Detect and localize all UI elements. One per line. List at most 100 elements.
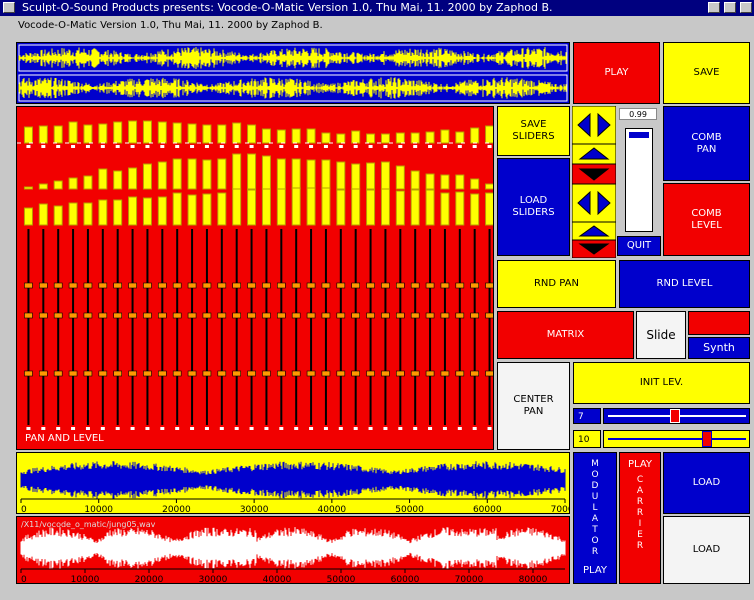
- slider-thumb: [425, 312, 435, 319]
- level-left-right-arrow-icon[interactable]: [572, 184, 616, 222]
- modulator-play-button[interactable]: PLAY: [583, 565, 607, 577]
- modulator-panel[interactable]: MODULATOR PLAY: [573, 452, 617, 584]
- app-subtitle: Vocode-O-Matic Version 1.0, Thu Mai, 11.…: [18, 20, 323, 31]
- pan-marker: [190, 145, 195, 148]
- slider-thumb: [396, 370, 405, 377]
- pan-marker: [472, 145, 477, 148]
- slider-end-marker: [26, 427, 31, 430]
- maximize-icon[interactable]: [724, 2, 736, 13]
- rnd-pan-button[interactable]: RND PAN: [497, 260, 616, 308]
- slider-2-track[interactable]: [603, 430, 750, 448]
- slider-track: [399, 229, 402, 425]
- slider-thumb: [291, 370, 301, 377]
- x-tick-label: 60000: [473, 505, 502, 513]
- band-bar: [23, 207, 33, 226]
- close-icon[interactable]: [740, 2, 752, 13]
- load-sliders-button[interactable]: LOAD SLIDERS: [497, 158, 570, 256]
- slider-end-marker: [56, 427, 61, 430]
- pan-bar: [366, 133, 376, 144]
- matrix-button[interactable]: MATRIX: [497, 311, 634, 359]
- slider-track: [72, 229, 75, 425]
- pan-marker: [115, 145, 120, 148]
- synth-indicator[interactable]: [688, 311, 750, 335]
- center-pan-button[interactable]: CENTER PAN: [497, 362, 570, 450]
- x-tick-label: 20000: [135, 575, 164, 583]
- slider-thumb: [321, 312, 331, 319]
- slider-1-track[interactable]: [603, 408, 750, 424]
- pan-bar: [172, 122, 182, 144]
- slider-2-value: 10: [573, 430, 601, 448]
- minimize-icon[interactable]: [708, 2, 720, 13]
- slider-thumb: [485, 282, 493, 289]
- vertical-slider-thumb[interactable]: [628, 131, 650, 139]
- pan-and-level-panel[interactable]: PAN AND LEVEL: [16, 106, 494, 450]
- synth-toggle[interactable]: Synth: [688, 337, 750, 359]
- load-carrier-button[interactable]: LOAD: [663, 516, 750, 584]
- x-tick-label: 30000: [199, 575, 228, 583]
- pan-marker: [71, 145, 76, 148]
- window-menu-icon[interactable]: [3, 2, 15, 13]
- modulator-waveform-panel[interactable]: 0 10000 20000 30000 40000 50000 60000 70000: [16, 452, 570, 514]
- init-lev-button[interactable]: INIT LEV.: [573, 362, 750, 404]
- slider-end-marker: [338, 427, 343, 430]
- band-bar: [142, 197, 152, 226]
- level-bar: [142, 163, 152, 190]
- slider-thumb: [336, 282, 346, 289]
- slider-thumb: [202, 312, 212, 319]
- comb-level-button[interactable]: COMB LEVEL: [663, 183, 750, 256]
- pan-bar: [440, 129, 450, 144]
- pan-down-arrow-icon[interactable]: [572, 164, 616, 184]
- pan-marker: [219, 145, 224, 148]
- slider-1-thumb[interactable]: [670, 409, 680, 423]
- slider-track: [116, 229, 119, 425]
- slider-thumb: [172, 312, 182, 319]
- pan-up-arrow-icon[interactable]: [572, 144, 616, 164]
- pan-left-right-arrow-icon[interactable]: [572, 106, 616, 144]
- level-down-arrow-icon[interactable]: [572, 240, 616, 258]
- play-button[interactable]: PLAY: [573, 42, 660, 104]
- level-bar: [410, 170, 420, 190]
- rnd-level-button[interactable]: RND LEVEL: [619, 260, 750, 308]
- pan-bar: [291, 128, 301, 144]
- band-bar: [440, 192, 450, 226]
- slider-thumb: [68, 282, 78, 289]
- slider-end-marker: [175, 427, 180, 430]
- band-bar: [83, 202, 93, 226]
- vertical-slider-track[interactable]: [625, 128, 653, 232]
- save-sliders-button[interactable]: SAVE SLIDERS: [497, 106, 570, 156]
- slider-thumb: [455, 282, 465, 289]
- pan-bar: [83, 124, 93, 144]
- slider-2-thumb[interactable]: [702, 431, 712, 447]
- carrier-panel[interactable]: PLAY CARRIER: [619, 452, 661, 584]
- pan-bar: [98, 123, 108, 144]
- band-bar: [38, 203, 48, 226]
- level-bar: [187, 158, 197, 190]
- save-button[interactable]: SAVE: [663, 42, 750, 104]
- slider-end-marker: [160, 427, 165, 430]
- slider-row-2: 10: [573, 428, 750, 450]
- slider-end-marker: [428, 427, 433, 430]
- level-bar: [470, 178, 480, 190]
- comb-pan-button[interactable]: COMB PAN: [663, 106, 750, 181]
- slide-toggle[interactable]: Slide: [636, 311, 686, 359]
- pan-bar: [455, 131, 465, 144]
- pan-marker: [323, 145, 328, 148]
- slider-thumb: [321, 370, 331, 377]
- slider-thumb: [128, 282, 137, 289]
- quit-button[interactable]: QUIT: [617, 236, 661, 256]
- pan-marker: [160, 145, 165, 148]
- pan-bar: [410, 132, 420, 144]
- stereo-waveform-display[interactable]: [16, 42, 570, 104]
- slider-track: [86, 229, 89, 425]
- carrier-waveform-panel[interactable]: 0 10000 20000 30000 40000 50000 60000 70000 8000…: [16, 516, 570, 584]
- carrier-play-button[interactable]: PLAY: [628, 459, 652, 471]
- slider-end-marker: [115, 427, 120, 430]
- load-modulator-button[interactable]: LOAD: [663, 452, 750, 514]
- slider-thumb: [306, 370, 316, 377]
- level-up-arrow-icon[interactable]: [572, 222, 616, 240]
- slider-thumb: [351, 312, 360, 319]
- pan-marker: [309, 145, 314, 148]
- slider-thumb: [396, 282, 405, 289]
- slider-end-marker: [442, 427, 447, 430]
- slider-thumb: [321, 282, 331, 289]
